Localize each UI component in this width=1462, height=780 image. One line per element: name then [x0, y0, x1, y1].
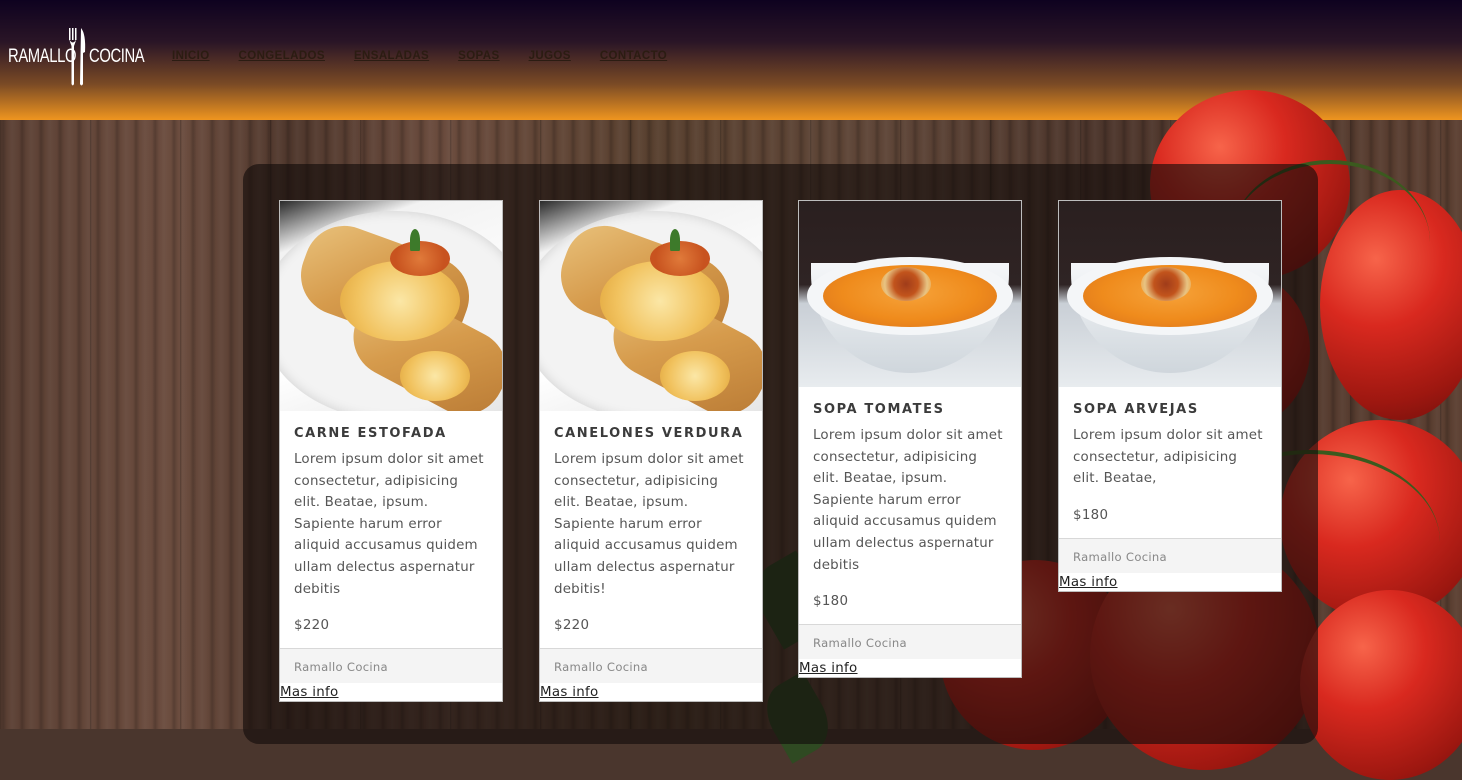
product-description: Lorem ipsum dolor sit amet consectetur, … — [1073, 428, 1263, 487]
card-footer: Ramallo Cocina — [540, 648, 762, 684]
product-title: CARNE ESTOFADA — [294, 426, 447, 441]
nav-item-congelados[interactable]: CONGELADOS — [239, 50, 325, 62]
main-nav: INICIO CONGELADOS ENSALADAS SOPAS JUGOS … — [172, 50, 696, 62]
product-description: Lorem ipsum dolor sit amet consectetur, … — [813, 428, 1003, 573]
nav-item-sopas[interactable]: SOPAS — [458, 50, 499, 62]
card-footer: Ramallo Cocina — [280, 648, 502, 684]
nav-item-ensaladas[interactable]: ENSALADAS — [354, 50, 429, 62]
soup-photo — [799, 201, 1021, 387]
mas-info-link[interactable]: Mas info — [280, 683, 502, 701]
product-description: Lorem ipsum dolor sit amet consectetur, … — [294, 452, 484, 597]
fork-knife-icon — [69, 28, 86, 86]
soup-photo — [1059, 201, 1281, 387]
mas-info-link[interactable]: Mas info — [540, 683, 762, 701]
card-footer: Ramallo Cocina — [799, 624, 1021, 660]
product-title: CANELONES VERDURA — [554, 426, 744, 441]
mas-info-link[interactable]: Mas info — [1059, 573, 1281, 591]
product-card: SOPA TOMATES Lorem ipsum dolor sit amet … — [798, 200, 1022, 679]
product-price: $180 — [1073, 507, 1109, 523]
nav-item-jugos[interactable]: JUGOS — [529, 50, 571, 62]
product-description: Lorem ipsum dolor sit amet consectetur, … — [554, 452, 744, 597]
card-footer: Ramallo Cocina — [1059, 537, 1281, 573]
crepe-photo — [280, 201, 502, 411]
product-card: CARNE ESTOFADA Lorem ipsum dolor sit ame… — [279, 200, 503, 703]
product-card: CANELONES VERDURA Lorem ipsum dolor sit … — [539, 200, 763, 703]
nav-item-contacto[interactable]: CONTACTO — [600, 50, 667, 62]
mas-info-link[interactable]: Mas info — [799, 659, 1021, 677]
product-title: SOPA ARVEJAS — [1073, 402, 1199, 417]
logo-word-cocina: COCINA — [89, 46, 145, 67]
product-price: $220 — [294, 618, 330, 634]
product-title: SOPA TOMATES — [813, 402, 945, 417]
crepe-photo — [540, 201, 762, 411]
product-price: $180 — [813, 594, 849, 610]
product-price: $220 — [554, 618, 590, 634]
nav-item-inicio[interactable]: INICIO — [172, 50, 210, 62]
product-card: SOPA ARVEJAS Lorem ipsum dolor sit amet … — [1058, 200, 1282, 592]
site-logo[interactable]: RAMALLO COCINA — [8, 26, 145, 88]
